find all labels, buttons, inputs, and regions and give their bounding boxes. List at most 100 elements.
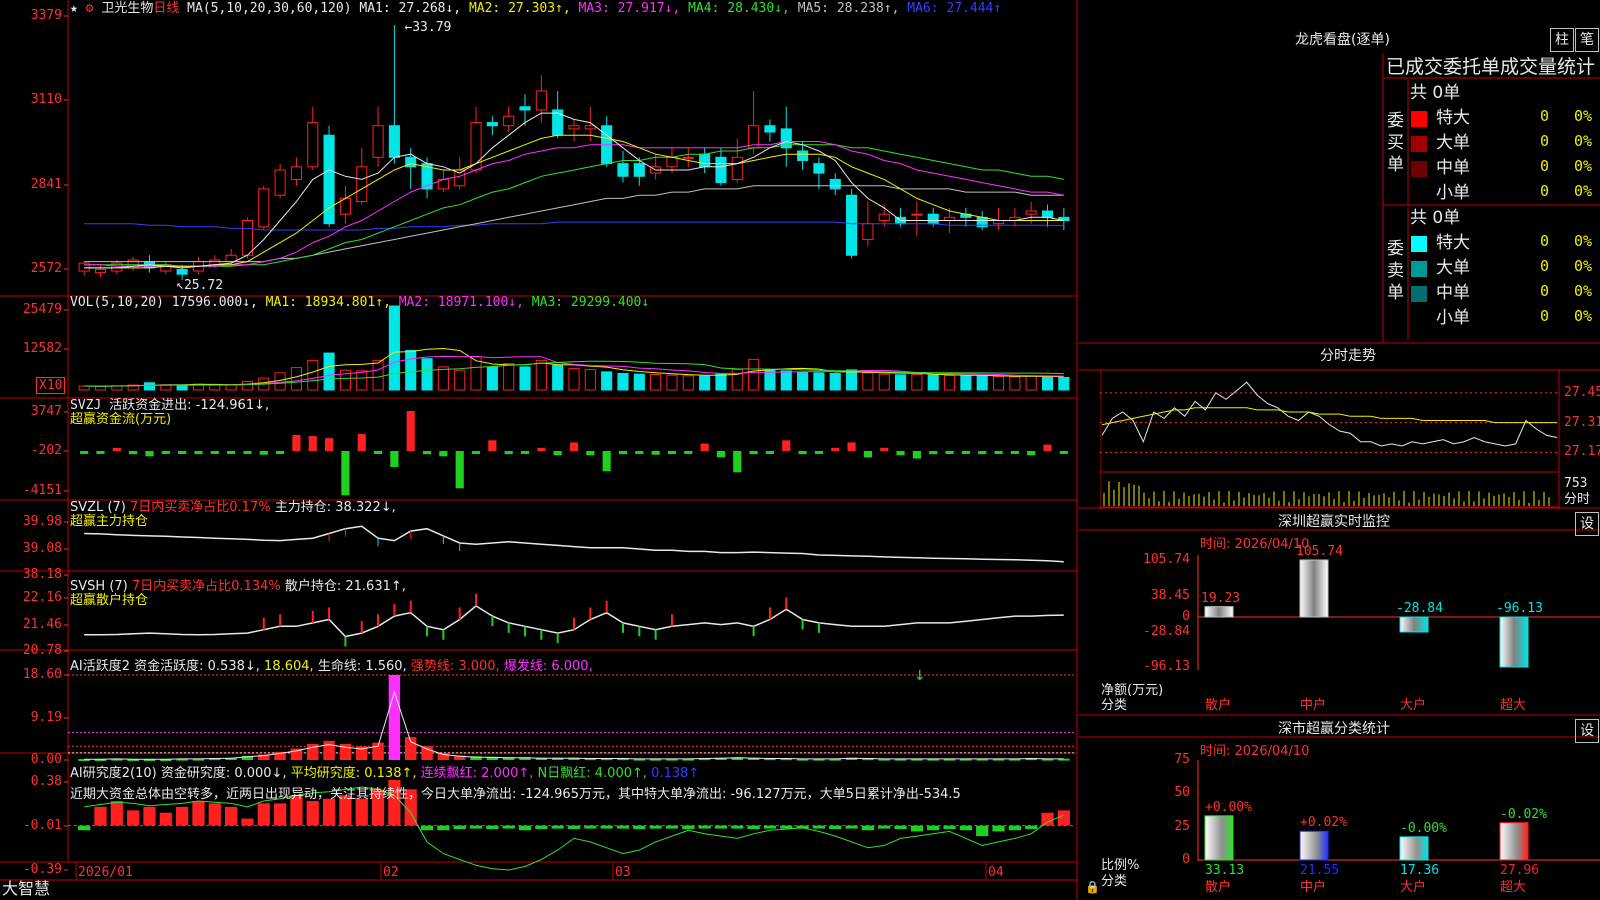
ai-research-bar-21 bbox=[420, 825, 434, 831]
vol-bar-31 bbox=[584, 369, 596, 391]
sz-value-3: -96.13 bbox=[1496, 601, 1543, 616]
vol-bar-55 bbox=[976, 375, 988, 391]
svzj-bar-24 bbox=[471, 451, 481, 454]
svzj-bar-8 bbox=[210, 451, 219, 454]
vol-bar-47 bbox=[846, 369, 858, 391]
vol-bar-53 bbox=[943, 374, 956, 391]
period-label[interactable]: 日线 bbox=[153, 1, 179, 16]
vol-tick-1: 12582 bbox=[22, 341, 62, 356]
svzj-bar-13 bbox=[292, 434, 301, 451]
ai-research-bar-29 bbox=[551, 825, 564, 829]
ai-research-bar-25 bbox=[486, 825, 499, 830]
vol-bar-52 bbox=[927, 374, 939, 391]
sc-settings-button[interactable]: 设 bbox=[1575, 719, 1599, 743]
svzl-ratio: 7日内买卖净占比0.17% bbox=[130, 500, 271, 515]
tick-mode-button[interactable]: 笔 bbox=[1575, 28, 1599, 52]
price-tick-0: 3379 bbox=[30, 8, 62, 23]
intraday-unit: 分时 bbox=[1564, 492, 1591, 507]
sz-settings-button[interactable]: 设 bbox=[1575, 512, 1599, 536]
candle-body-12 bbox=[274, 169, 286, 196]
ai-research-bar-42 bbox=[763, 825, 777, 829]
intraday-chart[interactable] bbox=[1100, 370, 1560, 508]
favorite-star-icon[interactable]: ★ bbox=[70, 1, 78, 16]
sell-row-swatch-3 bbox=[1411, 311, 1427, 327]
svzj-bar-15 bbox=[325, 438, 334, 451]
vol-bar-10 bbox=[241, 380, 254, 391]
svzl-header: SVZL (7) 7日内买卖净占比0.17% 主力持仓: 38.322↓, bbox=[70, 500, 396, 515]
ai-research-bar-39 bbox=[714, 825, 728, 829]
ai-research-bar-12 bbox=[273, 803, 287, 826]
candle-body-33 bbox=[617, 163, 629, 177]
sz-monitor-title: 深圳超赢实时监控 bbox=[1278, 514, 1390, 530]
ai-research-bar-4 bbox=[143, 806, 156, 826]
svzj-tick-1: -202 bbox=[30, 443, 62, 458]
lock-icon[interactable]: 🔒 bbox=[1085, 880, 1100, 894]
sc-cat-1: 中户 bbox=[1300, 880, 1327, 895]
ai-research-bar-30 bbox=[567, 825, 581, 830]
sell-row-label-3: 小单 bbox=[1436, 308, 1470, 328]
svzl-tick-0: 39.98 bbox=[22, 514, 62, 529]
vol-bar-45 bbox=[813, 372, 825, 391]
vol-bar-40 bbox=[731, 369, 743, 391]
svzj-bar-7 bbox=[194, 451, 203, 455]
candle-body-46 bbox=[829, 178, 841, 190]
ai-research-nred: N日飘红: 4.000↑, bbox=[537, 766, 648, 781]
sell-row-label-0: 特大 bbox=[1436, 233, 1470, 253]
low-price-label: ↖25.72 bbox=[176, 278, 223, 293]
svzj-bar-25 bbox=[488, 440, 497, 451]
svzj-bar-3 bbox=[129, 451, 138, 455]
vol-bar-54 bbox=[960, 375, 972, 391]
ai-research-bar-45 bbox=[812, 825, 826, 829]
svzj-bar-44 bbox=[798, 451, 807, 455]
ai-research-red: 连续飘红: 2.000↑, bbox=[420, 766, 534, 781]
candle-body-30 bbox=[568, 125, 580, 130]
chart-canvas[interactable]: ←33.79 ↖25.72 ↓ bbox=[0, 0, 1100, 900]
vol-bar-0 bbox=[78, 385, 90, 391]
svzj-bar-19 bbox=[390, 451, 399, 468]
bar-mode-button[interactable]: 柱 bbox=[1550, 28, 1574, 52]
buy-row-swatch-2 bbox=[1411, 161, 1427, 177]
price-tick-3: 2572 bbox=[30, 261, 62, 276]
vol-bar-23 bbox=[454, 369, 466, 391]
sc-tick-2: 25 bbox=[1174, 818, 1190, 834]
svzl-hold: 主力持仓: 38.322↓, bbox=[274, 500, 396, 515]
ai-research-tick-0: 0.38 bbox=[30, 774, 62, 789]
svsh-tick-2: 20.78 bbox=[22, 643, 62, 658]
ma-value-2: MA2: 27.303↑, bbox=[468, 1, 579, 16]
ai-research-bar-49 bbox=[878, 825, 891, 829]
ma-values: MA1: 27.268↓, MA2: 27.303↑, MA3: 27.917↓… bbox=[359, 1, 1001, 16]
ai-research-bar-53 bbox=[943, 825, 956, 830]
settings-gear-icon[interactable]: ⚙ bbox=[86, 1, 94, 16]
sc-tick-1: 50 bbox=[1174, 785, 1190, 801]
svzj-bar-50 bbox=[896, 451, 905, 456]
svsh-name: SVSH bbox=[70, 579, 106, 594]
ma-value-4: MA4: 28.430↓, bbox=[688, 1, 798, 16]
ai-active-bar-21 bbox=[421, 746, 433, 760]
vol-unit-badge[interactable]: X10 bbox=[36, 377, 66, 394]
vol-bar-27 bbox=[519, 366, 531, 391]
x-label-3: 04 bbox=[988, 865, 1004, 880]
svzj-bar-18 bbox=[373, 451, 383, 454]
ai-research-note: 近期大资金总体由空转多，近两日出现异动，关注其持续性，今日大单净流出: -124… bbox=[70, 787, 961, 802]
sz-cat-1: 中户 bbox=[1300, 698, 1327, 713]
svsh-tick-1: 21.46 bbox=[22, 617, 62, 632]
sell-row-count-2: 0 bbox=[1540, 282, 1550, 300]
sz-unit-label: 净额(万元) bbox=[1101, 683, 1164, 698]
svzj-bar-56 bbox=[994, 451, 1003, 454]
svsh-sub: 超赢散户持仓 bbox=[70, 593, 149, 608]
ai-research-bar-11 bbox=[257, 803, 270, 826]
ai-research-bar-58 bbox=[1025, 825, 1038, 830]
candle-body-13 bbox=[290, 166, 302, 180]
sz-value-2: -28.84 bbox=[1396, 601, 1443, 616]
order-stat-tabs[interactable]: 已成交委托单成交量统计 bbox=[1386, 56, 1600, 78]
buy-row-count-3: 0 bbox=[1540, 182, 1550, 200]
sell-side-label: 委卖单 bbox=[1387, 239, 1404, 303]
svzj-bar-53 bbox=[945, 451, 954, 454]
buy-total: 共 0单 bbox=[1410, 83, 1461, 103]
svzj-bar-45 bbox=[814, 451, 823, 454]
ai-research-bar-27 bbox=[518, 825, 532, 831]
ai-research-bar-56 bbox=[992, 825, 1005, 832]
ai-research-bar-43 bbox=[780, 825, 793, 829]
candle-body-40 bbox=[731, 156, 743, 180]
vol-ma-value-1: MA1: 18934.801↑, bbox=[265, 295, 399, 310]
